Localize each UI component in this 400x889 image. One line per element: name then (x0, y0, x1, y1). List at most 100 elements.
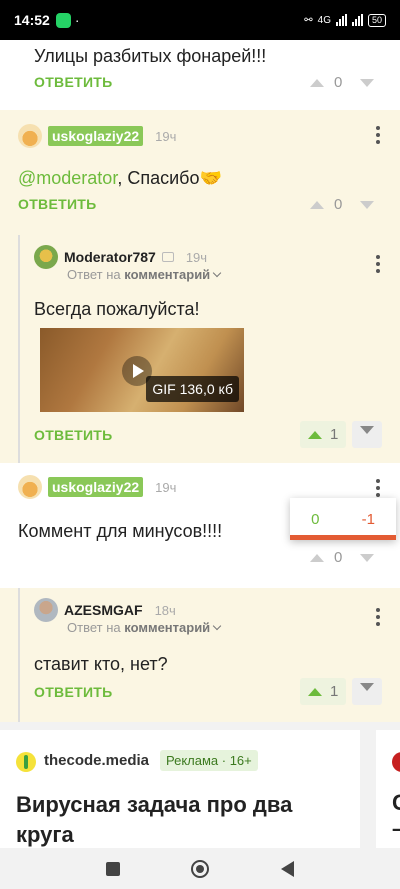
upvote-icon[interactable] (310, 553, 324, 562)
vote-controls: 0 (310, 196, 375, 213)
signal-icon (335, 14, 347, 26)
dot-icon: · (74, 12, 80, 28)
signal-icon-2 (351, 14, 363, 26)
more-menu-icon[interactable] (376, 255, 380, 273)
reply-to-prefix: Ответ на (67, 267, 121, 282)
vote-controls: 0 (310, 549, 375, 566)
comment-text: Коммент для минусов!!!! (18, 521, 223, 541)
popup-plus-count: 0 (311, 510, 320, 528)
ad-headline[interactable]: Вирусная задача про два круга (16, 790, 336, 848)
ad-logo-icon (392, 752, 400, 772)
status-icons: ⚯ 4G 50 (304, 13, 386, 27)
comment-item: AZESMGAF 18ч Ответ на комментарий ставит… (0, 588, 400, 722)
author-name[interactable]: Moderator787 (64, 249, 156, 265)
downvote-icon[interactable] (360, 78, 375, 87)
avatar[interactable] (34, 245, 58, 269)
upvote-icon[interactable] (308, 430, 322, 439)
ad-carousel[interactable]: thecode.media Реклама · 16+ Вирусная зад… (0, 722, 400, 848)
avatar[interactable] (18, 124, 42, 148)
comment-header: uskoglaziy22 19ч (18, 124, 176, 148)
ad-card[interactable]: thecode.media Реклама · 16+ Вирусная зад… (0, 730, 360, 848)
upvote-icon[interactable] (310, 78, 324, 87)
comment-text: Всегда пожалуйста! (34, 299, 200, 319)
comment-time: 19ч (155, 128, 177, 144)
comment-time: 19ч (155, 479, 177, 495)
vote-controls: 1 (300, 678, 383, 705)
alarm-icon: ⚯ (304, 14, 313, 26)
ad-source[interactable]: thecode.media (44, 752, 149, 769)
more-menu-icon[interactable] (376, 608, 380, 626)
comment-time: 19ч (185, 249, 208, 265)
comment-header: Moderator787 19ч (34, 245, 207, 269)
comment-time: 18ч (154, 602, 176, 618)
comment-header: AZESMGAF 18ч (34, 598, 176, 622)
upvote-icon[interactable] (308, 687, 322, 696)
upvote-box[interactable]: 1 (300, 678, 347, 705)
reply-to-line[interactable]: Ответ на комментарий (67, 267, 222, 282)
thecode-logo-icon (16, 752, 36, 772)
ad-headline-fragment: С – (392, 790, 400, 841)
author-name[interactable]: uskoglaziy22 (48, 126, 144, 146)
comment-item: uskoglaziy22 19ч @moderator, Спасибо🤝 ОТ… (0, 110, 400, 235)
avatar[interactable] (34, 598, 58, 622)
thread-line (18, 588, 20, 722)
reply-button[interactable]: ОТВЕТИТЬ (34, 427, 113, 443)
reply-button[interactable]: ОТВЕТИТЬ (34, 684, 113, 700)
status-time: 14:52 (14, 12, 50, 28)
comment-text-rest: , Спасибо (117, 168, 200, 188)
chevron-down-icon[interactable] (212, 621, 222, 631)
thread-line (18, 235, 20, 463)
avatar[interactable] (18, 475, 42, 499)
comments-page[interactable]: Улицы разбитых фонарей!!! ОТВЕТИТЬ 0 usk… (0, 40, 400, 848)
reply-to-line[interactable]: Ответ на комментарий (67, 620, 222, 635)
rating-value: 0 (334, 74, 343, 91)
status-bar: 14:52 · ⚯ 4G 50 (0, 0, 400, 40)
reply-button[interactable]: ОТВЕТИТЬ (18, 196, 97, 212)
mention-link[interactable]: @moderator (18, 168, 117, 188)
ad-card-next[interactable]: С – (376, 730, 400, 848)
rating-value: 0 (334, 196, 343, 213)
comment-item: Moderator787 19ч Ответ на комментарий Вс… (0, 235, 400, 463)
network-type: 4G (317, 14, 331, 26)
comment-text: @moderator, Спасибо🤝 (18, 168, 222, 189)
vote-controls: 0 (310, 74, 375, 91)
author-name[interactable]: uskoglaziy22 (48, 477, 144, 497)
gif-label: GIF 136,0 кб (146, 376, 239, 402)
downvote-box[interactable] (352, 421, 383, 448)
battery-icon: 50 (367, 13, 386, 27)
reply-to-link[interactable]: комментарий (124, 267, 210, 282)
downvote-icon[interactable] (360, 426, 375, 434)
comment-item: Улицы разбитых фонарей!!! ОТВЕТИТЬ 0 (0, 40, 400, 110)
system-nav-bar (0, 848, 400, 889)
more-menu-icon[interactable] (376, 479, 380, 497)
back-icon[interactable] (281, 860, 295, 877)
reply-button[interactable]: ОТВЕТИТЬ (34, 74, 113, 90)
rating-value: 1 (330, 683, 339, 700)
upvote-box[interactable]: 1 (300, 421, 347, 448)
recent-apps-icon[interactable] (105, 861, 120, 876)
chevron-down-icon[interactable] (212, 268, 222, 278)
gif-attachment[interactable]: GIF 136,0 кб (40, 328, 244, 412)
comment-text: Улицы разбитых фонарей!!! (34, 46, 267, 66)
downvote-icon[interactable] (360, 200, 375, 209)
rating-value: 0 (334, 549, 343, 566)
vote-controls: 1 (300, 421, 383, 448)
comment-header: uskoglaziy22 19ч (18, 475, 176, 499)
moderator-icon (161, 252, 174, 262)
comment-text: ставит кто, нет? (34, 654, 168, 674)
upvote-icon[interactable] (310, 200, 324, 209)
home-icon[interactable] (191, 859, 210, 878)
rating-value: 1 (330, 426, 339, 443)
whatsapp-icon (55, 12, 71, 28)
reply-to-link[interactable]: комментарий (124, 620, 210, 635)
popup-minus-count: -1 (361, 510, 375, 528)
ad-badge: Реклама · 16+ (160, 750, 258, 771)
rating-popup: 0 -1 (290, 498, 396, 540)
reply-to-prefix: Ответ на (67, 620, 121, 635)
more-menu-icon[interactable] (376, 126, 380, 144)
author-name[interactable]: AZESMGAF (64, 602, 143, 618)
downvote-icon[interactable] (360, 683, 375, 691)
downvote-box[interactable] (352, 678, 383, 705)
downvote-icon[interactable] (360, 553, 375, 562)
handshake-icon: 🤝 (199, 168, 222, 188)
